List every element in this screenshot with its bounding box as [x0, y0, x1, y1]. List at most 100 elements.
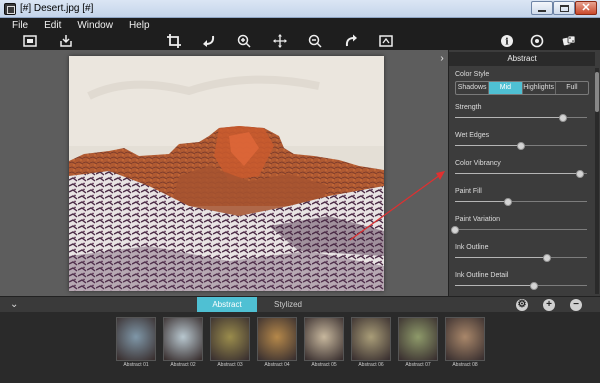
paint-variation-label: Paint Variation [455, 216, 501, 223]
canvas-area[interactable] [0, 50, 448, 296]
preset-label: Abstract 03 [217, 362, 243, 368]
remove-preset-icon[interactable]: − [570, 299, 582, 311]
preset-label: Abstract 01 [123, 362, 149, 368]
slider-fill [455, 117, 564, 118]
preset-strip: Abstract 01 Abstract 02 Abstract 03 Abst… [0, 312, 600, 383]
paint-fill-slider[interactable] [455, 198, 587, 206]
scroll-thumb[interactable] [595, 72, 599, 112]
preset-thumbnail [445, 317, 485, 361]
slider-track [455, 229, 587, 230]
preset-thumbnail [257, 317, 297, 361]
settings-icon[interactable] [529, 33, 545, 49]
preset-abstract-02[interactable]: Abstract 02 [163, 317, 203, 371]
close-icon: ✕ [581, 1, 591, 14]
slider-knob[interactable] [543, 254, 552, 262]
preset-thumbnail [210, 317, 250, 361]
slider-knob[interactable] [576, 170, 585, 178]
panel-scrollbar[interactable] [595, 68, 599, 294]
add-preset-icon[interactable]: + [543, 299, 555, 311]
slider-knob[interactable] [517, 142, 525, 150]
menu-edit[interactable]: Edit [44, 20, 61, 31]
settings-panel: › Abstract Color Style Shadows Mid Highl… [440, 50, 600, 296]
menu-window[interactable]: Window [77, 20, 113, 31]
tab-stylized[interactable]: Stylized [257, 297, 319, 313]
preset-thumbnail [163, 317, 203, 361]
compare-icon[interactable] [378, 33, 394, 49]
redo-icon[interactable] [343, 33, 359, 49]
slider-knob[interactable] [503, 198, 512, 206]
preset-thumbnail [351, 317, 391, 361]
color-style-shadows[interactable]: Shadows [456, 82, 490, 94]
randomize-icon[interactable] [561, 33, 577, 49]
preset-tab-bar: ⌄ Abstract Stylized ⚙ + − [0, 296, 600, 313]
tab-abstract[interactable]: Abstract [197, 297, 257, 313]
ink-outline-slider[interactable] [455, 254, 587, 262]
preset-label: Abstract 06 [358, 362, 384, 368]
slider-fill [455, 285, 535, 286]
color-style-full[interactable]: Full [556, 82, 588, 94]
wet-edges-slider[interactable] [455, 142, 587, 150]
image-preview[interactable] [69, 56, 384, 291]
zoom-in-icon[interactable] [236, 33, 252, 49]
menu-bar: File Edit Window Help [0, 18, 600, 32]
maximize-button[interactable] [553, 1, 575, 15]
ink-outline-detail-slider[interactable] [455, 282, 587, 290]
preset-thumbnail [116, 317, 156, 361]
close-button[interactable]: ✕ [575, 1, 597, 15]
color-style-label: Color Style [455, 71, 490, 78]
slider-knob[interactable] [559, 114, 568, 122]
minimize-button[interactable] [531, 1, 553, 15]
preset-abstract-01[interactable]: Abstract 01 [116, 317, 156, 371]
save-icon[interactable] [58, 33, 74, 49]
slider-fill [455, 173, 581, 174]
svg-text:i: i [505, 38, 509, 48]
strength-slider[interactable] [455, 114, 587, 122]
crop-icon[interactable] [166, 33, 182, 49]
preset-abstract-07[interactable]: Abstract 07 [398, 317, 438, 371]
menu-help[interactable]: Help [129, 20, 150, 31]
collapse-panel-icon[interactable]: › [437, 53, 447, 65]
color-style-highlights[interactable]: Highlights [523, 82, 556, 94]
color-vibrancy-label: Color Vibrancy [455, 160, 501, 167]
paint-variation-slider[interactable] [451, 226, 587, 234]
window-title: [#] Desert.jpg [#] [20, 3, 94, 14]
preset-abstract-06[interactable]: Abstract 06 [351, 317, 391, 371]
color-style-mid[interactable]: Mid [489, 82, 523, 94]
preset-label: Abstract 05 [311, 362, 337, 368]
slider-knob[interactable] [530, 282, 539, 290]
move-icon[interactable] [272, 33, 288, 49]
panel-title: Abstract [449, 52, 595, 66]
menu-file[interactable]: File [12, 20, 28, 31]
ink-outline-label: Ink Outline [455, 244, 489, 251]
slider-fill [455, 257, 548, 258]
preset-abstract-08[interactable]: Abstract 08 [445, 317, 485, 371]
toolbar: i [0, 32, 600, 50]
slider-fill [455, 145, 521, 146]
preset-label: Abstract 02 [170, 362, 196, 368]
color-vibrancy-slider[interactable] [455, 170, 587, 178]
slider-fill [455, 201, 508, 202]
wet-edges-label: Wet Edges [455, 132, 490, 139]
preset-label: Abstract 08 [452, 362, 478, 368]
slider-knob[interactable] [451, 226, 459, 234]
strength-label: Strength [455, 104, 482, 111]
chevron-down-icon[interactable]: ⌄ [10, 299, 18, 310]
title-bar: [#] Desert.jpg [#] ✕ [0, 0, 600, 18]
ink-outline-detail-label: Ink Outline Detail [455, 272, 509, 279]
maximize-icon [559, 4, 569, 12]
preset-abstract-04[interactable]: Abstract 04 [257, 317, 297, 371]
color-style-segmented: Shadows Mid Highlights Full [455, 81, 589, 95]
preset-options-icon[interactable]: ⚙ [516, 299, 528, 311]
preset-thumbnail [398, 317, 438, 361]
info-icon[interactable]: i [499, 33, 515, 49]
app-icon [4, 3, 16, 15]
zoom-out-icon[interactable] [307, 33, 323, 49]
preset-thumbnail [304, 317, 344, 361]
paint-fill-label: Paint Fill [455, 188, 482, 195]
fit-screen-icon[interactable] [22, 33, 38, 49]
preset-abstract-05[interactable]: Abstract 05 [304, 317, 344, 371]
minimize-icon [538, 9, 546, 12]
rotate-left-icon[interactable] [201, 33, 217, 49]
preset-abstract-03[interactable]: Abstract 03 [210, 317, 250, 371]
preset-label: Abstract 07 [405, 362, 431, 368]
